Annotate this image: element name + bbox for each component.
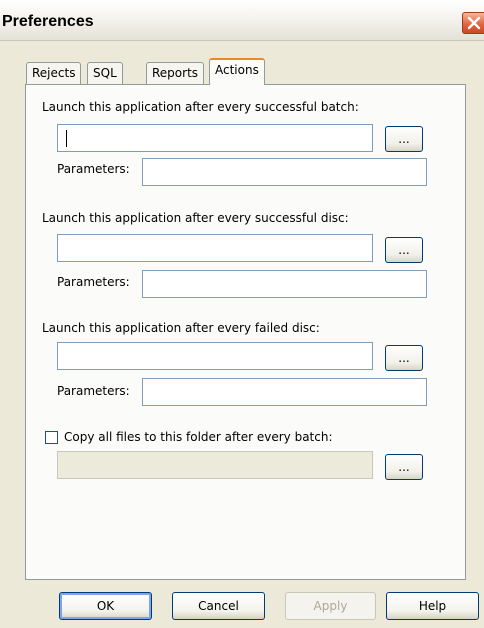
disc-success-browse-button[interactable]: ...	[385, 237, 423, 263]
copy-files-browse-button[interactable]: ...	[385, 454, 423, 480]
actions-panel: Launch this application after every succ…	[25, 84, 466, 580]
batch-success-path-input[interactable]	[57, 124, 373, 152]
disc-success-parameters-input[interactable]	[142, 270, 427, 298]
copy-files-checkbox[interactable]	[45, 431, 58, 444]
copy-files-label[interactable]: Copy all files to this folder after ever…	[64, 430, 333, 444]
disc-failed-label: Launch this application after every fail…	[42, 321, 320, 335]
tab-sql[interactable]: SQL	[87, 62, 123, 84]
disc-failed-parameters-input[interactable]	[142, 378, 427, 406]
cancel-button[interactable]: Cancel	[172, 592, 265, 620]
disc-failed-browse-button[interactable]: ...	[385, 345, 423, 371]
copy-files-folder-input	[57, 451, 373, 479]
window-title: Preferences	[2, 13, 94, 30]
ok-button[interactable]: OK	[59, 592, 152, 620]
preferences-dialog: Preferences Rejects SQL Reports Actions …	[0, 0, 484, 628]
batch-success-browse-button[interactable]: ...	[385, 126, 423, 152]
batch-success-parameters-label: Parameters:	[57, 162, 130, 176]
batch-success-label: Launch this application after every succ…	[42, 100, 359, 114]
close-icon	[467, 16, 481, 30]
disc-success-path-input[interactable]	[57, 234, 373, 262]
disc-failed-parameters-label: Parameters:	[57, 384, 130, 398]
disc-failed-path-input[interactable]	[57, 342, 373, 370]
batch-success-parameters-input[interactable]	[142, 158, 427, 186]
text-caret	[66, 130, 67, 147]
apply-button: Apply	[285, 592, 376, 620]
tab-reports[interactable]: Reports	[146, 62, 205, 84]
disc-success-parameters-label: Parameters:	[57, 275, 130, 289]
tab-rejects[interactable]: Rejects	[26, 62, 82, 84]
help-button[interactable]: Help	[386, 592, 479, 620]
close-button[interactable]	[462, 12, 484, 34]
disc-success-label: Launch this application after every succ…	[42, 211, 349, 225]
tab-actions[interactable]: Actions	[209, 58, 265, 85]
title-bar[interactable]: Preferences	[0, 0, 484, 41]
